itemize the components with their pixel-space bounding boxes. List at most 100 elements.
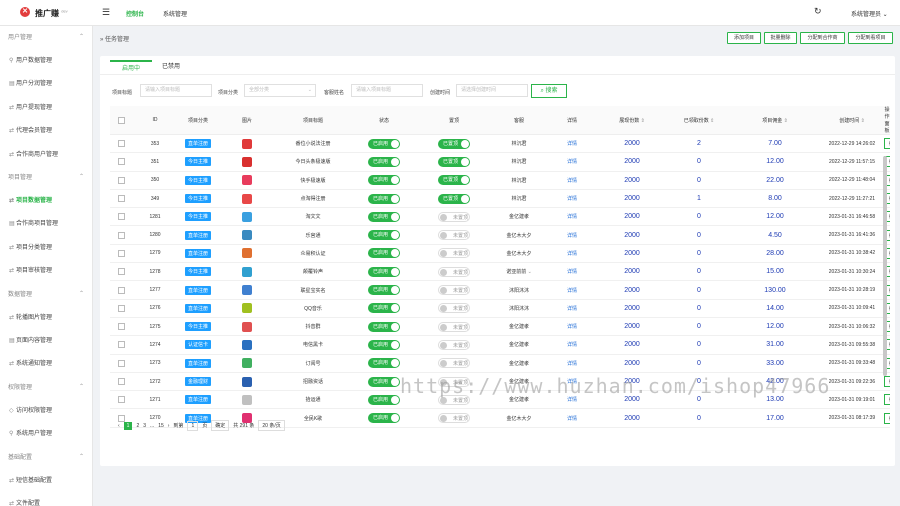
pin-toggle[interactable]: 未置顶 [438, 303, 470, 314]
chevron-up-icon[interactable]: ⌃ [79, 383, 84, 390]
detail-link[interactable]: 详情 [567, 361, 577, 367]
detail-link[interactable]: 详情 [567, 324, 577, 330]
sidebar-item[interactable]: ⇄ 系统通知管理 [9, 358, 52, 367]
detail-link[interactable]: 详情 [567, 306, 577, 312]
sidebar-item[interactable]: ⇄ 项目审核管理 [9, 265, 52, 274]
status-toggle[interactable]: 已启用 [368, 321, 400, 332]
sidebar-item[interactable]: ⇄ 项目数据管理 [9, 195, 52, 204]
sidebar-group-label[interactable]: 权限管理 [8, 382, 32, 391]
next-page-button[interactable]: › [168, 423, 170, 429]
sidebar-item[interactable]: ⇄ 用户提现管理 [9, 102, 52, 111]
checkbox[interactable] [117, 268, 125, 276]
checkbox[interactable] [117, 396, 125, 404]
status-toggle[interactable]: 已启用 [368, 394, 400, 405]
pin-toggle[interactable]: 已置顶 [438, 193, 470, 204]
goto-confirm-button[interactable]: 确定 [211, 420, 230, 431]
status-toggle[interactable]: 已启用 [368, 358, 400, 369]
chevron-up-icon[interactable]: ⌃ [79, 173, 84, 180]
nav-system[interactable]: 系统管理 [163, 9, 187, 18]
select-all-cell[interactable] [110, 106, 132, 135]
status-toggle[interactable]: 已启用 [368, 285, 400, 296]
sidebar-group-label[interactable]: 数据管理 [8, 289, 32, 298]
nav-dashboard[interactable]: 控制台 [126, 9, 144, 18]
sidebar-group-label[interactable]: 用户管理 [8, 32, 32, 41]
pin-toggle[interactable]: 未置顶 [438, 230, 470, 241]
pin-toggle[interactable]: 已置顶 [438, 138, 470, 149]
pin-toggle[interactable]: 未置顶 [438, 211, 470, 222]
status-toggle[interactable]: 已启用 [368, 138, 400, 149]
status-toggle[interactable]: 已启用 [368, 193, 400, 204]
checkbox[interactable] [117, 116, 125, 124]
filter-created-input[interactable]: 请选择创建时间 [456, 84, 528, 97]
detail-link[interactable]: 详情 [567, 178, 577, 184]
status-toggle[interactable]: 已启用 [368, 211, 400, 222]
edit-button[interactable]: 编辑 [884, 376, 890, 387]
hamburger-icon[interactable]: ☰ [102, 7, 110, 18]
batch-delete-button[interactable]: 批量删除 [764, 32, 797, 44]
sidebar-item[interactable]: ⇄ 短信基础配置 [9, 475, 52, 484]
edit-button[interactable]: 编辑 [884, 394, 890, 406]
checkbox[interactable] [117, 341, 125, 349]
page-number[interactable]: 1 [123, 421, 133, 430]
detail-link[interactable]: 详情 [567, 269, 577, 275]
prev-page-button[interactable]: ‹ [118, 423, 120, 429]
search-button[interactable]: ⌕ 搜索 [531, 84, 567, 98]
status-toggle[interactable]: 已启用 [368, 248, 400, 259]
filter-category-select[interactable]: 全部分类 ⌄ [244, 84, 316, 97]
detail-link[interactable]: 详情 [567, 214, 577, 220]
checkbox[interactable] [117, 359, 125, 367]
status-toggle[interactable]: 已启用 [368, 339, 400, 350]
sidebar-item[interactable]: ▤用户分润管理 [9, 78, 52, 87]
assign-partner-button[interactable]: 分配到合作商 [800, 32, 845, 44]
sidebar-item[interactable]: ⇄ 项目分类管理 [9, 242, 52, 251]
sidebar-item[interactable]: ◇ 访问权限管理 [9, 405, 52, 414]
status-toggle[interactable]: 已启用 [368, 303, 400, 314]
detail-link[interactable]: 详情 [567, 416, 577, 422]
add-project-button[interactable]: 添加项目 [727, 32, 761, 44]
sidebar-group-label[interactable]: 基础配置 [8, 452, 32, 461]
pin-toggle[interactable]: 未置顶 [438, 266, 470, 277]
detail-link[interactable]: 详情 [567, 342, 577, 348]
tab-disabled[interactable]: 已禁用 [162, 60, 180, 74]
assign-view-button[interactable]: 分配到看项目 [848, 32, 893, 44]
pin-toggle[interactable]: 未置顶 [438, 413, 470, 424]
status-toggle[interactable]: 已启用 [368, 230, 400, 241]
sidebar-item[interactable]: ⇄ 轮播图片管理 [9, 312, 52, 321]
pin-toggle[interactable]: 已置顶 [438, 175, 470, 186]
detail-link[interactable]: 详情 [567, 288, 577, 294]
pin-toggle[interactable]: 未置顶 [438, 339, 470, 350]
edit-button[interactable]: 编辑 [884, 138, 890, 150]
pin-toggle[interactable]: 未置顶 [438, 285, 470, 296]
sidebar-item[interactable]: ⇄ 代理会员管理 [9, 125, 52, 134]
status-toggle[interactable]: 已启用 [368, 413, 400, 424]
sidebar-item[interactable]: ▤页面内容管理 [9, 335, 52, 344]
pin-toggle[interactable]: 未置顶 [438, 321, 470, 332]
detail-link[interactable]: 详情 [567, 141, 577, 147]
status-toggle[interactable]: 已启用 [368, 376, 400, 387]
checkbox[interactable] [117, 140, 125, 148]
checkbox[interactable] [117, 195, 125, 203]
checkbox[interactable] [117, 176, 125, 184]
page-size-select[interactable]: 20 条/页 [258, 420, 285, 431]
sort-icon[interactable]: ⇕ [859, 118, 865, 124]
checkbox[interactable] [117, 249, 125, 257]
pin-toggle[interactable]: 已置顶 [438, 156, 470, 167]
user-menu[interactable]: 系统管理员 ⌄ [851, 9, 888, 18]
page-number[interactable]: ... [150, 423, 154, 429]
page-number[interactable]: 3 [143, 423, 146, 429]
checkbox[interactable] [117, 378, 125, 385]
sort-icon[interactable]: ⇕ [782, 118, 788, 124]
checkbox[interactable] [117, 213, 125, 221]
filter-title-input[interactable]: 请输入项目标题 [140, 84, 212, 97]
page-number[interactable]: 2 [136, 423, 139, 429]
chevron-up-icon[interactable]: ⌃ [79, 453, 84, 460]
filter-owner-input[interactable]: 请输入项目标题 [351, 84, 423, 97]
sidebar-item[interactable]: ▤合作商项目管理 [9, 218, 58, 227]
refresh-icon[interactable]: ↻ [814, 6, 822, 17]
detail-link[interactable]: 详情 [567, 397, 577, 403]
sidebar-item[interactable]: ⇄ 文件配置 [9, 498, 40, 506]
checkbox[interactable] [117, 323, 125, 331]
sidebar-group-label[interactable]: 项目管理 [8, 172, 32, 181]
status-toggle[interactable]: 已启用 [368, 156, 400, 167]
detail-link[interactable]: 详情 [567, 233, 577, 239]
